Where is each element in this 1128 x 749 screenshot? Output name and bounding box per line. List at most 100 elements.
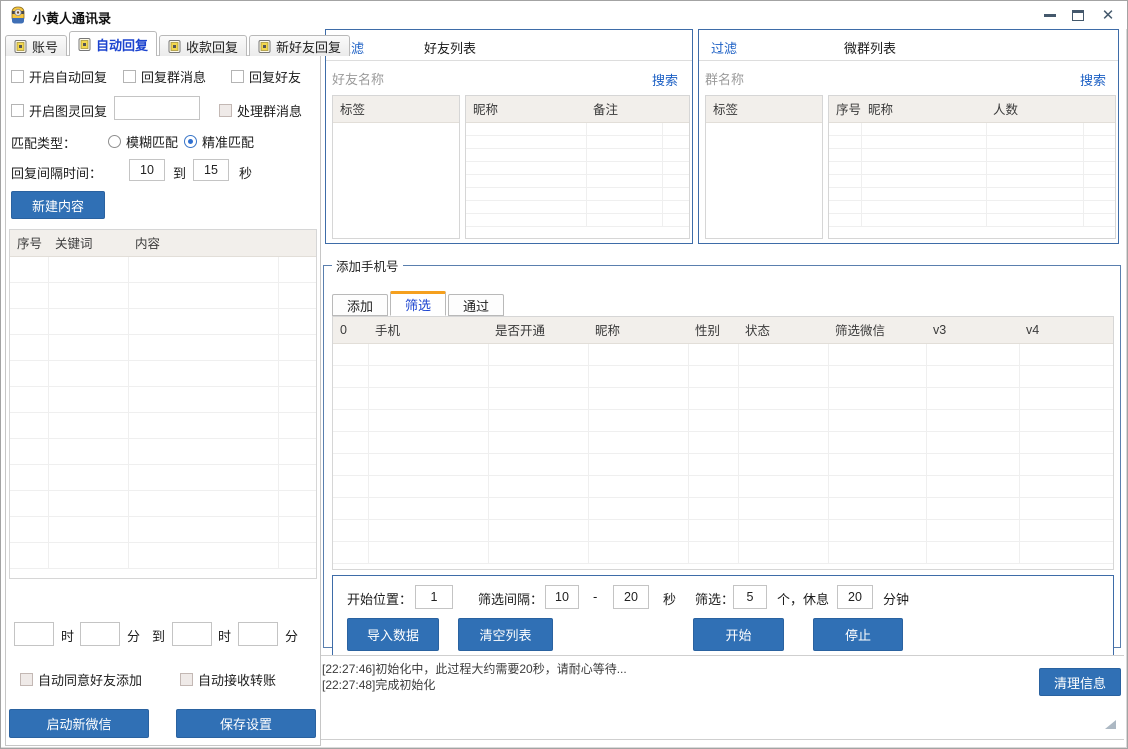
- table-cell: [926, 409, 1019, 431]
- table-row: [829, 135, 1115, 148]
- table-cell: [466, 200, 586, 213]
- table-cell: [829, 161, 861, 174]
- table-cell: [662, 148, 689, 161]
- table-row: [466, 187, 689, 200]
- tab-new-friend-reply[interactable]: 新好友回复: [249, 35, 350, 56]
- reply-interval-to-input[interactable]: [193, 159, 229, 181]
- table-cell: [488, 519, 588, 541]
- checkbox-enable-turing-reply[interactable]: 开启图灵回复: [11, 101, 107, 120]
- save-settings-button[interactable]: 保存设置: [176, 709, 316, 738]
- sleep-from-minute-input[interactable]: [80, 622, 120, 646]
- stop-button[interactable]: 停止: [813, 618, 903, 651]
- friend-tag-table[interactable]: 标签: [332, 95, 460, 239]
- radio-exact-match[interactable]: 精准匹配: [184, 132, 254, 151]
- resize-grip-icon[interactable]: [1105, 720, 1116, 729]
- minimize-button[interactable]: [1037, 4, 1063, 26]
- column-header: 筛选微信: [828, 317, 926, 343]
- checkbox-auto-receive-transfer[interactable]: 自动接收转账: [180, 670, 276, 689]
- table-cell: [926, 541, 1019, 563]
- table-cell: [688, 453, 738, 475]
- table-row: [10, 412, 317, 438]
- log-lines: [22:27:46]初始化中，此过程大约需要20秒，请耐心等待... [22:2…: [322, 661, 627, 693]
- table-cell: [48, 386, 128, 412]
- column-header: 0: [333, 317, 368, 343]
- reply-interval-from-input[interactable]: [129, 159, 165, 181]
- table-cell: [128, 360, 278, 386]
- hour-label: 时: [61, 626, 74, 645]
- turing-key-input[interactable]: [114, 96, 200, 120]
- friend-search-input[interactable]: [332, 68, 572, 90]
- sleep-to-minute-input[interactable]: [238, 622, 278, 646]
- keyword-table[interactable]: 序号 关键词 内容: [9, 229, 317, 579]
- checkbox-handle-group-msg[interactable]: 处理群消息: [219, 101, 302, 120]
- maximize-button[interactable]: [1065, 4, 1091, 26]
- titlebar[interactable]: 小黄人通讯录 ✕: [1, 1, 1127, 29]
- phone-table[interactable]: 0 手机 是否开通 昵称 性别 状态 筛选微信 v3 v4: [332, 316, 1114, 570]
- rest-input[interactable]: [837, 585, 873, 609]
- table-cell: [829, 174, 861, 187]
- clear-info-button[interactable]: 清理信息: [1039, 668, 1121, 696]
- checkbox-auto-accept-friend[interactable]: 自动同意好友添加: [20, 670, 142, 689]
- filter-interval-to-input[interactable]: [613, 585, 649, 609]
- table-row: [333, 475, 1114, 497]
- phone-tab-strip: 添加 筛选 通过: [332, 291, 506, 316]
- start-new-wechat-button[interactable]: 启动新微信: [9, 709, 149, 738]
- table-cell: [688, 541, 738, 563]
- table-cell: [588, 519, 688, 541]
- table-row: [333, 519, 1114, 541]
- filter-interval-from-input[interactable]: [545, 585, 579, 609]
- checkbox-label: 自动同意好友添加: [38, 670, 142, 689]
- checkbox-reply-friend[interactable]: 回复好友: [231, 67, 301, 86]
- checkbox-enable-auto-reply[interactable]: 开启自动回复: [11, 67, 107, 86]
- checkbox-label: 回复群消息: [141, 67, 206, 86]
- table-cell: [828, 409, 926, 431]
- table-cell: [128, 412, 278, 438]
- group-table[interactable]: 序号 昵称 人数: [828, 95, 1116, 239]
- table-row: [829, 213, 1115, 226]
- import-data-button[interactable]: 导入数据: [347, 618, 439, 651]
- table-cell: [586, 200, 662, 213]
- subtab-pass[interactable]: 通过: [448, 294, 504, 316]
- tab-auto-reply[interactable]: 自动回复: [69, 31, 157, 56]
- sleep-to-hour-input[interactable]: [172, 622, 212, 646]
- subtab-filter[interactable]: 筛选: [390, 291, 446, 316]
- table-cell: [738, 453, 828, 475]
- close-button[interactable]: ✕: [1095, 4, 1121, 26]
- tab-account[interactable]: 账号: [5, 35, 67, 56]
- clear-list-button[interactable]: 清空列表: [458, 618, 553, 651]
- group-panel-header: [699, 30, 1118, 61]
- match-type-label: 匹配类型：: [11, 133, 76, 152]
- add-phone-group: 添加手机号 添加 筛选 通过 0 手机 是否开通 昵称 性别 状态 筛选微信 v…: [323, 256, 1121, 648]
- table-cell: [738, 409, 828, 431]
- group-tag-table[interactable]: 标签: [705, 95, 823, 239]
- table-cell: [588, 475, 688, 497]
- friend-search-link[interactable]: 搜索: [652, 70, 678, 89]
- log-panel[interactable]: [22:27:46]初始化中，此过程大约需要20秒，请耐心等待... [22:2…: [316, 655, 1124, 740]
- table-cell: [986, 187, 1083, 200]
- table-cell: [278, 256, 317, 282]
- radio-fuzzy-match[interactable]: 模糊匹配: [108, 132, 178, 151]
- table-cell: [1019, 497, 1114, 519]
- table-row: [333, 387, 1114, 409]
- new-content-button[interactable]: 新建内容: [11, 191, 105, 219]
- group-search-link[interactable]: 搜索: [1080, 70, 1106, 89]
- tab-payment-reply[interactable]: 收款回复: [159, 35, 247, 56]
- table-cell: [588, 453, 688, 475]
- table-cell: [368, 431, 488, 453]
- table-cell: [828, 343, 926, 365]
- table-cell: [466, 122, 586, 135]
- group-filter-link[interactable]: 过滤: [711, 38, 737, 57]
- table-row: [829, 122, 1115, 135]
- table-row: [333, 365, 1114, 387]
- filter-count-input[interactable]: [733, 585, 767, 609]
- checkbox-reply-group-msg[interactable]: 回复群消息: [123, 67, 206, 86]
- subtab-add[interactable]: 添加: [332, 294, 388, 316]
- start-button[interactable]: 开始: [693, 618, 784, 651]
- group-search-input[interactable]: [705, 68, 965, 90]
- sleep-from-hour-input[interactable]: [14, 622, 54, 646]
- start-pos-input[interactable]: [415, 585, 453, 609]
- table-cell: [488, 387, 588, 409]
- friend-table[interactable]: 昵称 备注: [465, 95, 690, 239]
- table-cell: [128, 334, 278, 360]
- checkbox-label: 处理群消息: [237, 101, 302, 120]
